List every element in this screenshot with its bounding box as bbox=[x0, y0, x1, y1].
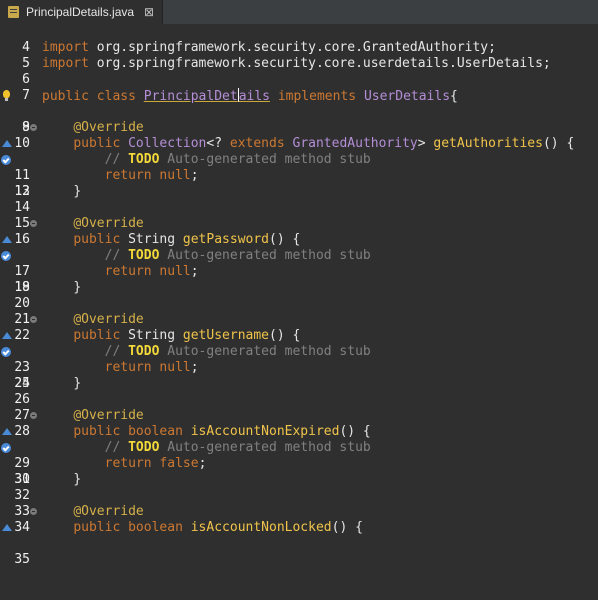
keyword: import bbox=[42, 56, 89, 71]
fold-toggle-icon[interactable] bbox=[30, 220, 37, 227]
annotation: @Override bbox=[73, 408, 144, 423]
code-line: 9 bbox=[0, 104, 598, 135]
code-line: 21 bbox=[0, 296, 598, 327]
code-line: 7 bbox=[0, 72, 598, 103]
code-line: 16 @Override bbox=[0, 216, 598, 247]
todo-tag: TODO bbox=[128, 440, 160, 455]
class-name: PrincipalDetails bbox=[143, 88, 270, 104]
code-line: 13 return null; bbox=[0, 168, 598, 199]
line-number: 35 bbox=[14, 552, 30, 567]
code-line: 27 bbox=[0, 392, 598, 423]
keyword: public bbox=[42, 89, 89, 104]
code-line: 25 return null; bbox=[0, 360, 598, 391]
code-line: 24 // TODO Auto-generated method stub bbox=[0, 344, 598, 391]
interface-name: UserDetails bbox=[363, 89, 451, 104]
code-line: 31 return false; bbox=[0, 456, 598, 487]
import-path: org.springframework.security.core.Grante… bbox=[96, 40, 496, 55]
code-line: 30 // TODO Auto-generated method stub bbox=[0, 440, 598, 487]
keyword: class bbox=[96, 89, 136, 104]
code-line: 8 public class PrincipalDetails implemen… bbox=[0, 88, 598, 135]
fold-toggle-icon[interactable] bbox=[30, 124, 37, 131]
code-line: 5 import org.springframework.security.co… bbox=[0, 40, 598, 71]
comment: Auto-generated method stub bbox=[167, 440, 371, 455]
method-name: isAccountNonLocked bbox=[190, 520, 332, 535]
fold-toggle-icon[interactable] bbox=[30, 508, 37, 515]
code-line: 32 } bbox=[0, 472, 598, 503]
method-name: getUsername bbox=[182, 328, 269, 343]
code-line: 35 public boolean isAccountNonLocked() { bbox=[0, 520, 598, 567]
code-line: 20 } bbox=[0, 280, 598, 311]
keyword: implements bbox=[277, 89, 357, 104]
code-line: 15 bbox=[0, 200, 598, 231]
implements-marker-icon[interactable] bbox=[1, 347, 11, 357]
implements-marker-icon[interactable] bbox=[1, 251, 11, 261]
code-line: 12 // TODO Auto-generated method stub bbox=[0, 152, 598, 199]
override-marker-icon[interactable] bbox=[2, 524, 12, 531]
code-editor[interactable]: 4 5 import org.springframework.security.… bbox=[0, 24, 598, 567]
code-line: 17 public String getPassword() { bbox=[0, 232, 598, 279]
code-line: 34 @Override bbox=[0, 504, 598, 535]
code-line: 4 bbox=[0, 24, 598, 55]
code-line: 10 @Override bbox=[0, 120, 598, 151]
override-marker-icon[interactable] bbox=[2, 332, 12, 339]
code-line: 19 return null; bbox=[0, 264, 598, 295]
todo-tag: TODO bbox=[128, 152, 160, 167]
todo-tag: TODO bbox=[128, 344, 160, 359]
code-line: 28 @Override bbox=[0, 408, 598, 439]
code-line: 14 } bbox=[0, 184, 598, 215]
code-line: 6 import org.springframework.security.co… bbox=[0, 56, 598, 87]
method-name: getPassword bbox=[182, 232, 269, 247]
code-line: 29 public boolean isAccountNonExpired() … bbox=[0, 424, 598, 471]
import-path: org.springframework.security.core.userde… bbox=[96, 56, 551, 71]
close-tab-icon[interactable]: ⊠ bbox=[144, 5, 154, 19]
implements-marker-icon[interactable] bbox=[1, 155, 11, 165]
code-line: 18 // TODO Auto-generated method stub bbox=[0, 248, 598, 295]
method-name: isAccountNonExpired bbox=[190, 424, 340, 439]
todo-tag: TODO bbox=[128, 248, 160, 263]
override-marker-icon[interactable] bbox=[2, 428, 12, 435]
annotation: @Override bbox=[73, 312, 144, 327]
code-line: 33 bbox=[0, 488, 598, 519]
code-line: 22 @Override bbox=[0, 312, 598, 343]
tab-title: PrincipalDetails.java bbox=[26, 5, 135, 19]
comment: Auto-generated method stub bbox=[167, 248, 371, 263]
tab-principaldetails-java[interactable]: PrincipalDetails.java ⊠ bbox=[0, 0, 164, 24]
editor-tab-bar: PrincipalDetails.java ⊠ bbox=[0, 0, 598, 25]
keyword: import bbox=[42, 40, 89, 55]
code-line: 23 public String getUsername() { bbox=[0, 328, 598, 375]
quick-fix-lightbulb-icon[interactable] bbox=[3, 90, 10, 101]
fold-toggle-icon[interactable] bbox=[30, 412, 37, 419]
comment: Auto-generated method stub bbox=[167, 152, 371, 167]
override-marker-icon[interactable] bbox=[2, 236, 12, 243]
annotation: @Override bbox=[73, 120, 144, 135]
code-line: 26 } bbox=[0, 376, 598, 407]
implements-marker-icon[interactable] bbox=[1, 443, 11, 453]
code-line: 11 public Collection<? extends GrantedAu… bbox=[0, 136, 598, 183]
comment: Auto-generated method stub bbox=[167, 344, 371, 359]
method-name: getAuthorities bbox=[433, 136, 543, 151]
annotation: @Override bbox=[73, 504, 144, 519]
fold-toggle-icon[interactable] bbox=[30, 316, 37, 323]
annotation: @Override bbox=[73, 216, 144, 231]
override-marker-icon[interactable] bbox=[2, 140, 12, 147]
java-file-icon bbox=[8, 6, 19, 18]
